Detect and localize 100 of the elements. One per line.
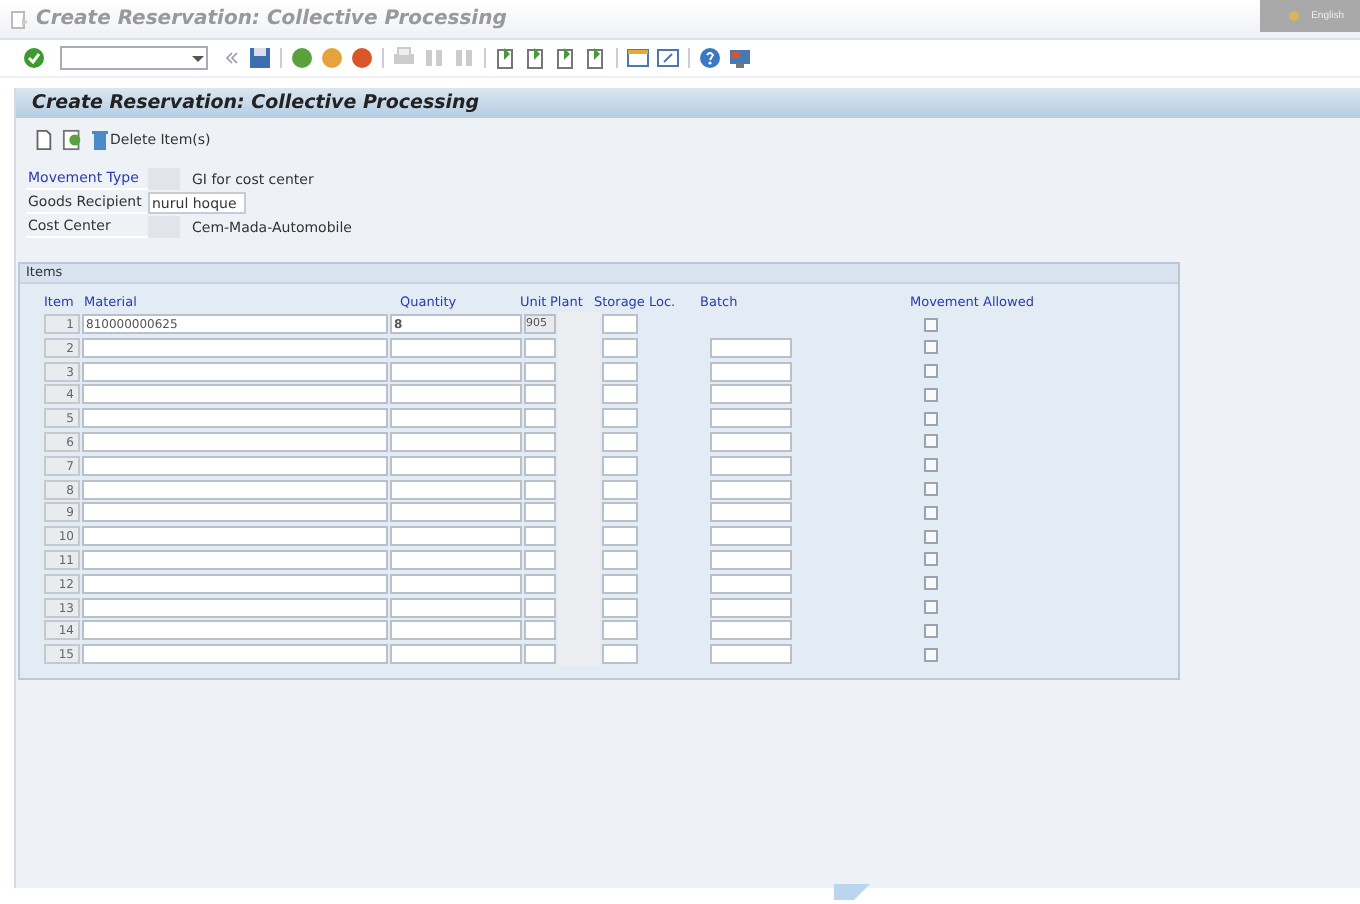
- storage-location-field[interactable]: [602, 431, 638, 452]
- help-icon[interactable]: [698, 46, 722, 70]
- checkbox[interactable]: [924, 600, 938, 615]
- quantity-field[interactable]: [390, 573, 522, 594]
- quantity-field[interactable]: [390, 361, 522, 382]
- material-field[interactable]: [82, 455, 388, 476]
- batch-field[interactable]: [710, 644, 792, 665]
- batch-field[interactable]: [710, 573, 792, 594]
- caret-icon[interactable]: [190, 50, 206, 66]
- shortcut-icon[interactable]: [656, 46, 680, 70]
- checkbox[interactable]: [924, 434, 938, 449]
- checkbox[interactable]: [924, 364, 938, 379]
- checkbox[interactable]: [924, 340, 938, 355]
- storage-location-field[interactable]: [602, 573, 638, 594]
- quantity-field[interactable]: [390, 526, 522, 547]
- unit-field[interactable]: [524, 337, 556, 358]
- storage-location-field[interactable]: [602, 644, 638, 665]
- storage-location-field[interactable]: [602, 455, 638, 476]
- batch-field[interactable]: [710, 431, 792, 452]
- quantity-field[interactable]: [390, 337, 522, 358]
- exit-icon[interactable]: [320, 46, 344, 70]
- material-field[interactable]: [82, 549, 388, 570]
- quantity-field[interactable]: [390, 644, 522, 665]
- quantity-field[interactable]: [390, 431, 522, 452]
- save-icon[interactable]: [248, 46, 272, 70]
- quantity-field[interactable]: [390, 408, 522, 429]
- unit-field[interactable]: [524, 573, 556, 594]
- material-field[interactable]: [82, 620, 388, 641]
- value-field[interactable]: [148, 168, 180, 190]
- storage-location-field[interactable]: [602, 526, 638, 547]
- storage-location-field[interactable]: [602, 549, 638, 570]
- material-field[interactable]: [82, 431, 388, 452]
- material-field[interactable]: [82, 384, 388, 405]
- material-field[interactable]: [82, 573, 388, 594]
- value-field[interactable]: [148, 216, 180, 238]
- unit-field[interactable]: [524, 455, 556, 476]
- quantity-field[interactable]: [390, 384, 522, 405]
- checkbox[interactable]: [924, 482, 938, 497]
- storage-location-field[interactable]: [602, 620, 638, 641]
- batch-field[interactable]: [710, 337, 792, 358]
- checkbox[interactable]: [924, 576, 938, 591]
- batch-field[interactable]: [710, 479, 792, 500]
- check-icon[interactable]: [22, 46, 46, 70]
- storage-location-field[interactable]: [602, 479, 638, 500]
- checkbox[interactable]: [924, 411, 938, 426]
- command-field[interactable]: [60, 46, 208, 70]
- batch-field[interactable]: [710, 597, 792, 618]
- batch-field[interactable]: [710, 408, 792, 429]
- unit-field[interactable]: [524, 408, 556, 429]
- new-window-icon[interactable]: [626, 46, 650, 70]
- storage-location-field[interactable]: [602, 314, 638, 334]
- cancel-icon[interactable]: [350, 46, 374, 70]
- checkbox[interactable]: [924, 647, 938, 662]
- checkbox[interactable]: [924, 529, 938, 544]
- batch-field[interactable]: [710, 620, 792, 641]
- unit-field[interactable]: [524, 597, 556, 618]
- storage-location-field[interactable]: [602, 597, 638, 618]
- batch-field[interactable]: [710, 455, 792, 476]
- unit-field[interactable]: [524, 644, 556, 665]
- checkbox[interactable]: [924, 387, 938, 402]
- quantity-field[interactable]: [390, 597, 522, 618]
- monitor-icon[interactable]: [728, 46, 752, 70]
- batch-field[interactable]: [710, 502, 792, 523]
- unit-field[interactable]: [524, 479, 556, 500]
- material-field[interactable]: [82, 526, 388, 547]
- unit-field[interactable]: [524, 502, 556, 523]
- unit-field[interactable]: [524, 549, 556, 570]
- unit-field[interactable]: [524, 526, 556, 547]
- storage-location-field[interactable]: [602, 408, 638, 429]
- unit-field[interactable]: [524, 620, 556, 641]
- quantity-field[interactable]: [390, 549, 522, 570]
- storage-location-field[interactable]: [602, 361, 638, 382]
- storage-location-field[interactable]: [602, 502, 638, 523]
- quantity-field[interactable]: [390, 502, 522, 523]
- checkbox[interactable]: [924, 552, 938, 567]
- unit-field[interactable]: [524, 361, 556, 382]
- quantity-field[interactable]: [390, 479, 522, 500]
- quantity-field[interactable]: [390, 455, 522, 476]
- quantity-field[interactable]: [390, 620, 522, 641]
- unit-field[interactable]: [524, 431, 556, 452]
- checkbox[interactable]: [924, 317, 938, 331]
- new-document-icon[interactable]: [32, 128, 54, 152]
- batch-field[interactable]: [710, 526, 792, 547]
- print-icon[interactable]: [392, 46, 416, 70]
- batch-field[interactable]: [710, 549, 792, 570]
- checkbox[interactable]: [924, 458, 938, 473]
- batch-field[interactable]: [710, 361, 792, 382]
- storage-location-field[interactable]: [602, 384, 638, 405]
- material-field[interactable]: [82, 502, 388, 523]
- storage-location-field[interactable]: [602, 337, 638, 358]
- unit-field[interactable]: [524, 384, 556, 405]
- checkbox[interactable]: [924, 623, 938, 638]
- material-field[interactable]: [82, 408, 388, 429]
- material-field[interactable]: [82, 361, 388, 382]
- checkbox[interactable]: [924, 505, 938, 520]
- material-field[interactable]: [82, 337, 388, 358]
- batch-field[interactable]: [710, 384, 792, 405]
- material-field[interactable]: [82, 597, 388, 618]
- material-field[interactable]: [82, 644, 388, 665]
- back-icon[interactable]: [290, 46, 314, 70]
